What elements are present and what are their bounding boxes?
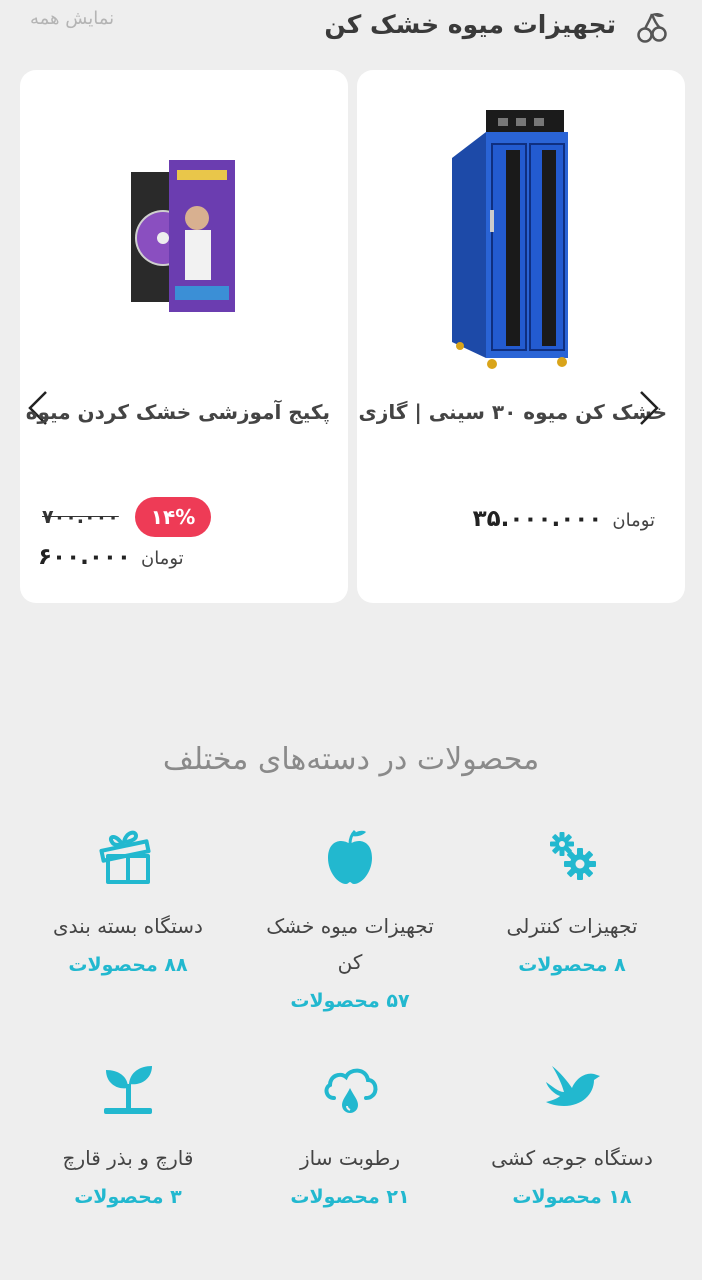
product-price: ۶۰۰.۰۰۰ [38,544,131,570]
category-humidifier[interactable]: رطوبت ساز ۲۱ محصولات [250,1058,450,1208]
category-name: تجهیزات کنترلی [506,914,638,938]
product-card[interactable]: پکیج آموزشی خشک کردن میوه ۱۴% ۷۰۰.۰۰۰ تو… [20,70,348,603]
view-all-link[interactable]: نمایش همه [30,8,114,29]
price-row: تومان ۶۰۰.۰۰۰ [38,544,184,570]
product-name[interactable]: خشک کن میوه ۳۰ سینی | گازی [359,400,668,424]
product-price: ۳۵.۰۰۰.۰۰۰ [472,506,603,532]
category-name: رطوبت ساز [300,1146,400,1170]
category-count[interactable]: ۳ محصولات [28,1186,228,1208]
category-packaging-machine[interactable]: دستگاه بسته بندی ۸۸ محصولات [28,826,228,976]
product-name[interactable]: پکیج آموزشی خشک کردن میوه [26,400,330,424]
section-header: تجهیزات میوه خشک کن نمایش همه [0,0,702,60]
product-image-dryer [452,110,568,369]
category-control-equipment[interactable]: تجهیزات کنترلی ۸ محصولات [472,826,672,976]
bird-icon [546,1066,600,1106]
category-count[interactable]: ۵۷ محصولات [250,990,450,1012]
product-card[interactable]: خشک کن میوه ۳۰ سینی | گازی تومان ۳۵.۰۰۰.… [357,70,685,603]
currency-label: تومان [612,510,655,531]
apple-icon [328,829,372,884]
cherry-icon [637,12,667,43]
sprout-icon [104,1066,152,1114]
product-image-dvd-package [131,160,235,312]
currency-label: تومان [140,548,184,569]
category-name: دستگاه جوجه کشی [491,1146,653,1170]
category-incubator[interactable]: دستگاه جوجه کشی ۱۸ محصولات [472,1058,672,1208]
gift-icon [99,830,151,884]
category-count[interactable]: ۲۱ محصولات [250,1186,450,1208]
chevron-right-icon[interactable] [637,388,661,428]
cloud-drop-icon [324,1068,378,1113]
category-name: دستگاه بسته بندی [53,914,203,938]
category-fruit-dryer-equipment[interactable]: تجهیزات میوه خشک کن ۵۷ محصولات [250,826,450,1012]
old-price: ۷۰۰.۰۰۰ [42,506,119,528]
category-mushroom-seed[interactable]: قارچ و بذر قارچ ۳ محصولات [28,1058,228,1208]
categories-title: محصولات در دسته‌های مختلف [162,742,540,777]
category-count[interactable]: ۱۸ محصولات [472,1186,672,1208]
category-count[interactable]: ۸ محصولات [472,954,672,976]
gears-icon [550,832,596,880]
section-title: تجهیزات میوه خشک کن [324,10,616,39]
price-row: تومان ۳۵.۰۰۰.۰۰۰ [473,506,655,532]
category-name: تجهیزات میوه خشک کن [266,914,434,974]
category-count[interactable]: ۸۸ محصولات [28,954,228,976]
discount-badge: ۱۴% [135,497,211,537]
category-name: قارچ و بذر قارچ [62,1146,194,1170]
